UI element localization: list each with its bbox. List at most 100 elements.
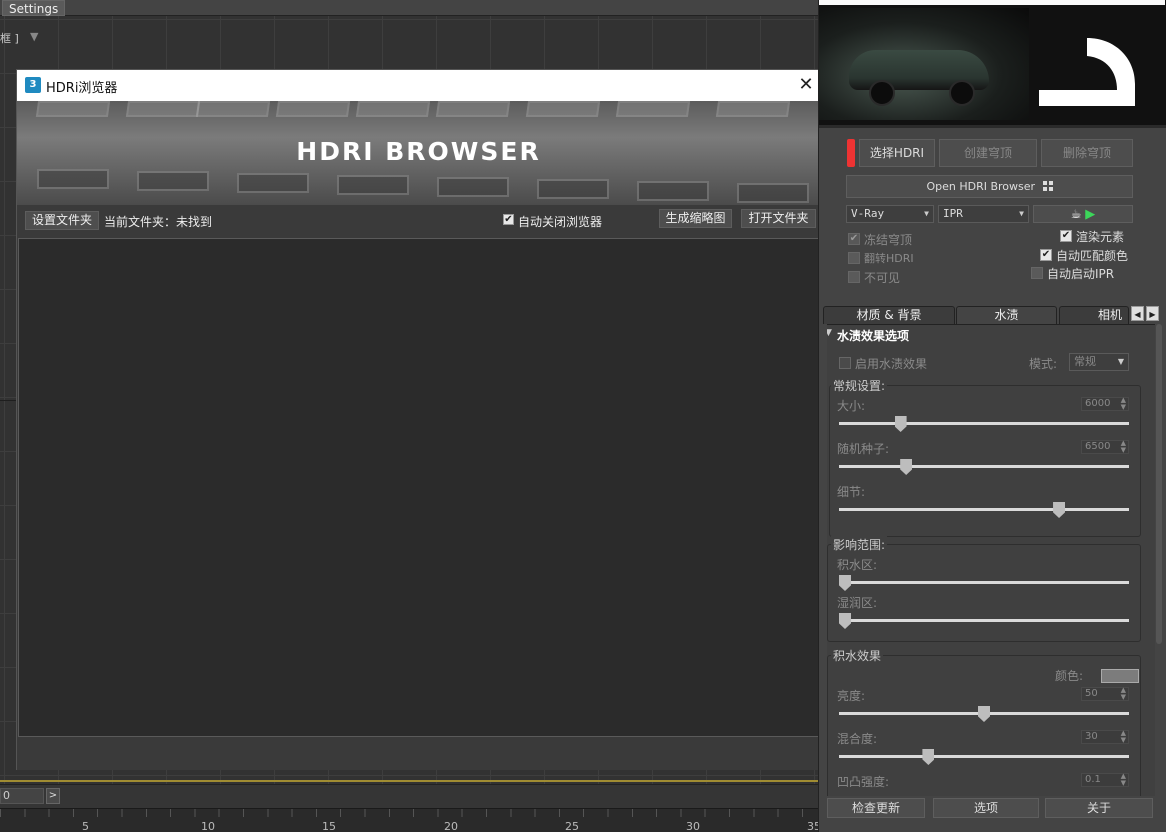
hdri-statusbar: [17, 738, 820, 770]
enable-puddles-checkbox[interactable]: [839, 357, 851, 369]
filter-icon[interactable]: ▼: [30, 30, 38, 43]
menu-bar: [0, 0, 818, 16]
puddle-zone-label: 积水区:: [837, 558, 878, 572]
chevron-left-icon[interactable]: ◀: [1131, 306, 1144, 321]
chevron-down-icon: ▼: [1117, 357, 1124, 366]
color-swatch[interactable]: [1101, 669, 1139, 683]
flip-hdri-label[interactable]: 翻转HDRI: [864, 250, 914, 266]
spinner-arrows-icon[interactable]: ▲ ▼: [1121, 397, 1126, 411]
settings-menu[interactable]: Settings: [2, 0, 66, 16]
close-icon[interactable]: ✕: [795, 73, 817, 97]
ruler-number: 25: [565, 820, 579, 832]
mode-dropdown[interactable]: 常规 ▼: [1069, 353, 1129, 371]
size-spinner[interactable]: 6000 ▲ ▼: [1081, 397, 1129, 411]
create-dome-button[interactable]: 创建穹顶: [939, 139, 1037, 167]
auto-ipr-label[interactable]: 自动启动IPR: [1047, 265, 1114, 282]
rollout-scrollbar[interactable]: [1156, 324, 1162, 644]
plugin-panel: 选择HDRI 创建穹顶 删除穹顶 Open HDRI Browser V-Ray…: [818, 0, 1166, 832]
check-update-button[interactable]: 检查更新: [827, 798, 925, 818]
detail-label: 细节:: [837, 485, 866, 499]
chevron-right-icon[interactable]: >: [46, 788, 60, 804]
spinner-arrows-icon[interactable]: ▲ ▼: [1121, 687, 1126, 701]
size-label: 大小:: [837, 399, 866, 413]
collapse-triangle-icon[interactable]: ▼: [827, 328, 832, 338]
mode-value: 常规: [1074, 355, 1096, 368]
brightness-value: 50: [1085, 688, 1098, 699]
spinner-arrows-icon[interactable]: ▲ ▼: [1121, 440, 1126, 454]
renderer-value: V-Ray: [851, 207, 885, 220]
open-folder-button[interactable]: 打开文件夹: [741, 209, 816, 228]
window-titlebar[interactable]: 3 HDRi浏览器 ✕: [17, 70, 820, 101]
color-label: 颜色:: [1055, 669, 1084, 683]
detail-slider-track[interactable]: [839, 508, 1129, 511]
render-mode-value: IPR: [943, 207, 963, 220]
brightness-label: 亮度:: [837, 689, 866, 703]
rollout-title[interactable]: 水渍效果选项: [837, 327, 909, 344]
wet-zone-label: 湿润区:: [837, 596, 878, 610]
blend-spinner[interactable]: 30 ▲ ▼: [1081, 730, 1129, 744]
spinner-arrows-icon[interactable]: ▲ ▼: [1121, 773, 1126, 787]
auto-close-checkbox[interactable]: ✔: [503, 214, 514, 225]
chevron-right-icon[interactable]: ▶: [1146, 306, 1159, 321]
mode-label: 模式:: [1029, 357, 1058, 371]
invisible-label[interactable]: 不可见: [864, 269, 900, 286]
status-indicator: [847, 139, 855, 167]
bump-label: 凹凸强度:: [837, 775, 890, 789]
auto-ipr-checkbox[interactable]: [1031, 267, 1043, 279]
teapot-icon: ☕: [1070, 207, 1082, 221]
tab-camera[interactable]: 相机: [1059, 306, 1129, 324]
chevron-down-icon: ▼: [924, 209, 929, 218]
thumbnail-grid-area[interactable]: [18, 238, 821, 737]
enable-puddles-label[interactable]: 启用水渍效果: [855, 355, 927, 372]
flip-hdri-checkbox[interactable]: [848, 252, 860, 264]
puddle-zone-slider-track[interactable]: [839, 581, 1129, 584]
open-hdri-browser-label: Open HDRI Browser: [926, 180, 1036, 193]
select-hdri-button[interactable]: 选择HDRI: [859, 139, 935, 167]
renderer-dropdown[interactable]: V-Ray ▼: [846, 205, 934, 223]
blend-label: 混合度:: [837, 732, 878, 746]
size-slider-track[interactable]: [839, 422, 1129, 425]
bump-spinner[interactable]: 0.1 ▲ ▼: [1081, 773, 1129, 787]
tab-puddles[interactable]: 水渍: [956, 306, 1057, 324]
chevron-down-icon: ▼: [1019, 209, 1024, 218]
timeline-bar: [0, 784, 818, 808]
open-hdri-browser-button[interactable]: Open HDRI Browser: [846, 175, 1133, 198]
freeze-dome-label[interactable]: 冻结穹顶: [864, 231, 912, 248]
wet-zone-slider-track[interactable]: [839, 619, 1129, 622]
seed-spinner[interactable]: 6500 ▲ ▼: [1081, 440, 1129, 454]
options-button[interactable]: 选项: [933, 798, 1039, 818]
app-icon: 3: [25, 77, 41, 93]
about-button[interactable]: 关于: [1045, 798, 1153, 818]
delete-dome-button[interactable]: 删除穹顶: [1041, 139, 1133, 167]
generate-thumbnails-button[interactable]: 生成缩略图: [659, 209, 732, 228]
ruler-number: 20: [444, 820, 458, 832]
set-folder-button[interactable]: 设置文件夹: [25, 211, 99, 230]
grid-icon: [1042, 181, 1053, 191]
hdri-banner: HDRI BROWSER: [17, 101, 820, 205]
render-elements-label[interactable]: 渲染元素: [1076, 228, 1124, 245]
influence-title: 影响范围:: [831, 536, 888, 553]
freeze-dome-checkbox[interactable]: ✔: [848, 233, 860, 245]
render-mode-dropdown[interactable]: IPR ▼: [938, 205, 1029, 223]
render-elements-checkbox[interactable]: ✔: [1060, 230, 1072, 242]
viewport-label[interactable]: 框 ]: [0, 30, 19, 46]
auto-match-color-checkbox[interactable]: ✔: [1040, 249, 1052, 261]
spinner-arrows-icon[interactable]: ▲ ▼: [1121, 730, 1126, 744]
header-strip: [819, 0, 1165, 5]
ruler-number: 10: [201, 820, 215, 832]
invisible-checkbox[interactable]: [848, 271, 860, 283]
panel-header: [819, 0, 1166, 128]
ruler-number: 5: [82, 820, 89, 832]
tab-material-background[interactable]: 材质 & 背景: [823, 306, 955, 324]
frame-field[interactable]: 0: [0, 788, 44, 804]
puddle-rollout: ▼ 水渍效果选项 启用水渍效果 模式: 常规 ▼ 常规设置: 大小: 6000 ▲▼…: [827, 324, 1155, 796]
seed-slider-track[interactable]: [839, 465, 1129, 468]
hdri-browser-window: 3 HDRi浏览器 ✕ HDRI BROWSER 设置文件夹 当前文件夹：未找到…: [16, 69, 821, 770]
size-value: 6000: [1085, 398, 1111, 409]
blend-slider-track[interactable]: [839, 755, 1129, 758]
brightness-spinner[interactable]: 50 ▲ ▼: [1081, 687, 1129, 701]
auto-match-color-label[interactable]: 自动匹配颜色: [1056, 247, 1128, 264]
render-button[interactable]: ☕ ▶: [1033, 205, 1133, 223]
auto-close-label[interactable]: 自动关闭浏览器: [518, 213, 602, 230]
brand-logo-icon: [1039, 38, 1135, 106]
